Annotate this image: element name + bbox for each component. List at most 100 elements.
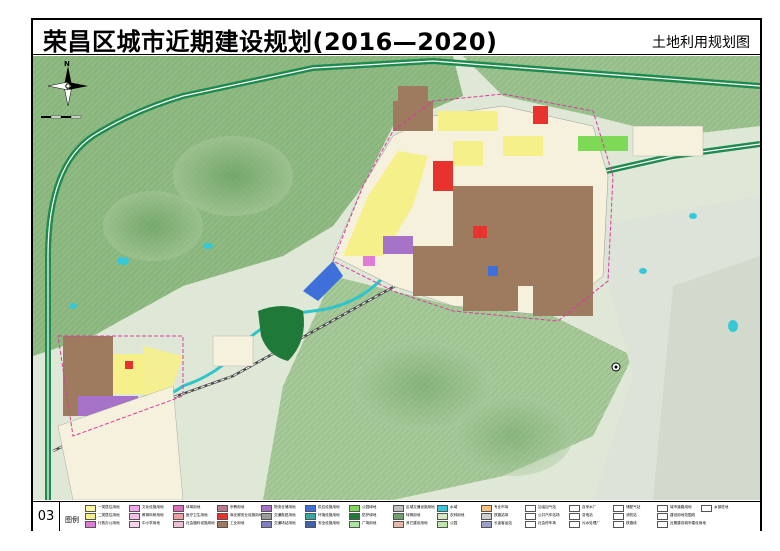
legend-swatch — [261, 520, 272, 528]
legend-swatch — [437, 504, 448, 512]
map-canvas — [33, 56, 760, 500]
legend-swatch — [393, 520, 404, 528]
legend-item: 医疗卫生用地 — [173, 512, 208, 520]
legend-swatch — [393, 512, 404, 520]
legend-item: 加油加气站 — [525, 504, 556, 512]
legend-item: 社会停车场 — [525, 520, 556, 528]
legend-label: 宗教用地 — [230, 505, 245, 510]
legend-swatch — [173, 512, 184, 520]
legend-item: 公园 — [437, 520, 457, 528]
legend-swatch — [657, 512, 668, 520]
legend-label: 加油加气站 — [538, 505, 556, 510]
legend-item: 教育科研用地 — [129, 512, 164, 520]
legend-item: 长途客运站 — [481, 520, 512, 528]
legend-label: 供应设施用地 — [318, 505, 340, 510]
land-use-map[interactable]: N — [33, 56, 760, 500]
legend-label: 二类居住用地 — [98, 513, 120, 518]
legend-title: 图例 — [65, 516, 79, 524]
legend-item: 广场用地 — [349, 520, 376, 528]
legend-swatch — [525, 504, 536, 512]
legend-label: 安全设施用地 — [318, 521, 340, 526]
legend-label: 农林用地 — [450, 513, 465, 518]
legend-item: 交通枢纽用地 — [261, 512, 296, 520]
legend-swatch — [173, 504, 184, 512]
legend-swatch — [481, 512, 492, 520]
legend-label: 长途客运站 — [494, 521, 512, 526]
greenspace-east — [578, 136, 628, 151]
legend-label: 公共汽车站场 — [538, 513, 560, 518]
legend-grid: 一类居住用地 二类居住用地 行政办公用地 文化设施用地 教育科研用地 中小学用地 体育用地医… — [85, 504, 757, 529]
legend-swatch — [437, 520, 448, 528]
legend-item: 区域交通设施用地 — [393, 504, 435, 512]
legend-label: 区域交通设施用地 — [406, 505, 435, 510]
legend-swatch — [657, 504, 668, 512]
map-subtitle: 土地利用规划图 — [652, 35, 750, 51]
legend-item: 行政办公用地 — [85, 520, 120, 528]
legend-item: 消防站 — [613, 512, 637, 520]
legend-label: 乡镇驻地 — [714, 505, 729, 510]
legend-label: 文化设施用地 — [142, 505, 164, 510]
legend-swatch — [525, 512, 536, 520]
map-sheet: 荣昌区城市近期建设规划(2016—2020) 土地利用规划图 N 03 图例 一… — [0, 0, 780, 551]
legend-swatch — [657, 520, 668, 528]
legend-label: 交通枢纽用地 — [274, 513, 296, 518]
legend-item: 公共汽车站场 — [525, 512, 560, 520]
sheet-number: 03 — [33, 502, 60, 531]
legend-swatch — [217, 512, 228, 520]
legend-label: 行政办公用地 — [98, 521, 120, 526]
legend-item: 文化设施用地 — [129, 504, 164, 512]
legend-label: 其它建设用地 — [406, 521, 428, 526]
legend-item: 二类居住用地 — [85, 512, 120, 520]
legend-item: 变电站 — [569, 512, 593, 520]
legend-label: 消防站 — [626, 513, 637, 518]
legend-label: 工业用地 — [230, 521, 245, 526]
legend-item: 工业用地 — [217, 520, 244, 528]
legend-swatch — [525, 520, 536, 528]
map-title: 荣昌区城市近期建设规划(2016—2020) — [43, 28, 498, 56]
legend-swatch — [393, 504, 404, 512]
legend-label: 专业市场 — [494, 505, 509, 510]
legend-swatch — [217, 520, 228, 528]
legend-item: 铁路线 — [613, 520, 637, 528]
legend-swatch — [305, 504, 316, 512]
legend-item: 一类居住用地 — [85, 504, 120, 512]
title-bar: 荣昌区城市近期建设规划(2016—2020) 土地利用规划图 — [33, 20, 760, 56]
legend-swatch — [349, 520, 360, 528]
legend-label: 铁路线 — [626, 521, 637, 526]
legend-item: 商业服务业设施用地 — [217, 512, 262, 520]
north-label: N — [64, 60, 70, 68]
legend-label: 城市道路用地 — [670, 505, 692, 510]
legend-swatch — [701, 504, 712, 512]
legend-label: 中小学用地 — [142, 521, 160, 526]
legend-swatch — [481, 520, 492, 528]
legend-label: 公园 — [450, 521, 458, 526]
legend-swatch — [261, 504, 272, 512]
legend-swatch — [349, 512, 360, 520]
legend-swatch — [85, 520, 96, 528]
legend-item: 供应设施用地 — [305, 504, 340, 512]
legend-swatch — [569, 520, 580, 528]
legend-label: 教育科研用地 — [142, 513, 164, 518]
legend-strip: 03 图例 一类居住用地 二类居住用地 行政办公用地 文化设施用地 教育科研用地 中小学用… — [33, 501, 760, 531]
legend-label: 社会停车场 — [538, 521, 556, 526]
legend-swatch — [261, 512, 272, 520]
legend-label: 特殊用地 — [406, 513, 421, 518]
legend-label: 一类居住用地 — [98, 505, 120, 510]
legend-swatch — [569, 504, 580, 512]
legend-swatch — [85, 504, 96, 512]
legend-item: 铁路站场 — [481, 512, 508, 520]
legend-label: 自来水厂 — [582, 505, 597, 510]
legend-label: 建设用地范围线 — [670, 513, 696, 518]
legend-label: 商业服务业设施用地 — [230, 513, 263, 518]
legend-label: 近期建设城市建设用地 — [670, 521, 706, 526]
legend-item: 农林用地 — [437, 512, 464, 520]
commercial-core — [433, 161, 453, 191]
legend-label: 防护绿地 — [362, 513, 377, 518]
legend-item: 公园绿地 — [349, 504, 376, 512]
legend-swatch — [613, 520, 624, 528]
legend-item: 自来水厂 — [569, 504, 596, 512]
legend-item: 储配气站 — [613, 504, 640, 512]
legend-label: 医疗卫生用地 — [186, 513, 208, 518]
legend-item: 水域 — [437, 504, 457, 512]
legend-item: 建设用地范围线 — [657, 512, 695, 520]
